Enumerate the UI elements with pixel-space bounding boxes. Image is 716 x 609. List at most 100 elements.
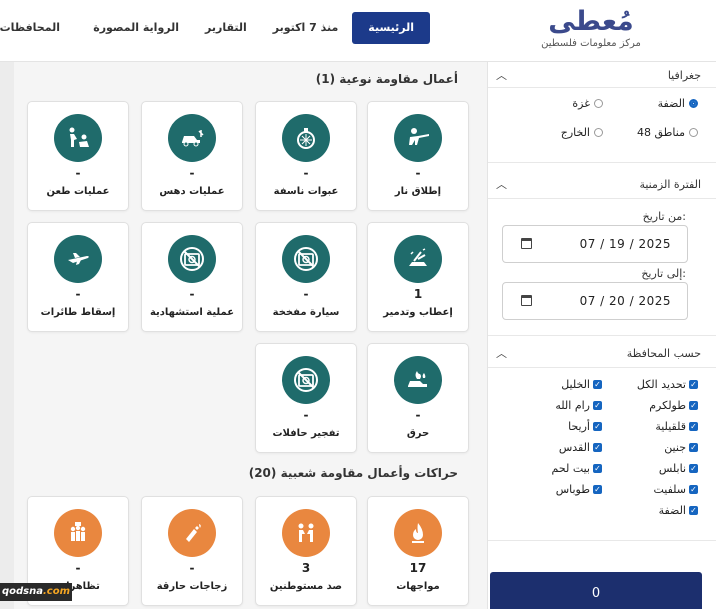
qualitative-card[interactable]: - عمليات طعن <box>27 101 129 211</box>
popular-card[interactable]: - زجاجات حارقة <box>141 496 243 606</box>
card-label: مواجهات <box>396 581 440 592</box>
radio-icon[interactable] <box>689 128 698 137</box>
checkbox-icon[interactable]: ✓ <box>689 443 698 452</box>
governorate-checkbox[interactable]: ✓ جنين <box>664 441 698 454</box>
geo-option-gaza[interactable]: غزة <box>572 97 603 110</box>
chevron-up-icon[interactable]: ︿ <box>496 67 507 83</box>
qualitative-card[interactable]: - تفجير حافلات <box>255 343 357 453</box>
card-count: 3 <box>301 561 311 575</box>
fire-icon <box>394 509 442 557</box>
card-label: صد مستوطنين <box>269 581 343 592</box>
governorate-checkbox[interactable]: ✓ أريحا <box>568 420 602 433</box>
checkbox-icon[interactable]: ✓ <box>689 401 698 410</box>
site-header: مُعطى مركز معلومات فلسطين الرئيسية منذ 7… <box>0 0 716 62</box>
governorate-checkbox[interactable]: ✓ قلقيلية <box>655 420 698 433</box>
to-date-label: إلى تاريخ: <box>641 267 686 280</box>
qualitative-card[interactable]: - عملية استشهادية <box>141 222 243 332</box>
governorate-checkbox[interactable]: ✓ القدس <box>559 441 602 454</box>
checkbox-icon[interactable]: ✓ <box>593 401 602 410</box>
nav-since-oct7[interactable]: منذ 7 اكتوبر <box>261 12 351 44</box>
governorate-checkbox[interactable]: ✓ الخليل <box>561 378 602 391</box>
card-count: 17 <box>409 561 427 575</box>
geo-option-48[interactable]: مناطق 48 <box>637 126 698 139</box>
checkbox-icon[interactable]: ✓ <box>689 464 698 473</box>
from-date-input[interactable]: 07 / 19 / 2025 <box>502 225 688 263</box>
checkbox-icon[interactable]: ✓ <box>689 506 698 515</box>
popular-card[interactable]: 17 مواجهات <box>367 496 469 606</box>
governorate-checkbox[interactable]: ✓ رام الله <box>555 399 602 412</box>
qualitative-card[interactable]: - إطلاق نار <box>367 101 469 211</box>
card-count: - <box>75 166 81 180</box>
filter-sidebar: جغرافيا ︿ الضفة غزة مناطق 48 الخارج الفت… <box>487 62 716 609</box>
qualitative-card[interactable]: - حرق <box>367 343 469 453</box>
card-label: حرق <box>406 428 430 439</box>
governorate-checkbox[interactable]: ✓ طولكرم <box>649 399 698 412</box>
qualitative-card[interactable]: 1 إعطاب وتدمير <box>367 222 469 332</box>
qualitative-card[interactable]: - عمليات دهس <box>141 101 243 211</box>
logo-title: مُعطى <box>548 6 634 37</box>
card-label: زجاجات حارقة <box>156 581 228 592</box>
card-count: - <box>303 408 309 422</box>
radio-icon[interactable] <box>594 99 603 108</box>
no-image-icon <box>282 235 330 283</box>
site-logo[interactable]: مُعطى مركز معلومات فلسطين <box>536 6 646 50</box>
protest-icon <box>54 509 102 557</box>
card-count: - <box>415 166 421 180</box>
card-label: عملية استشهادية <box>149 307 235 318</box>
nav-reports[interactable]: التقارير <box>193 12 259 44</box>
checkbox-icon[interactable]: ✓ <box>593 443 602 452</box>
governorate-checkbox[interactable]: ✓ نابلس <box>659 462 698 475</box>
geo-option-abroad[interactable]: الخارج <box>561 126 603 139</box>
card-label: عمليات دهس <box>159 186 225 197</box>
calendar-icon[interactable] <box>521 238 532 249</box>
chevron-up-icon[interactable]: ︿ <box>496 345 507 361</box>
governorate-checkbox[interactable]: ✓ سلفيت <box>653 483 698 496</box>
checkbox-icon[interactable]: ✓ <box>593 485 602 494</box>
watermark: qodsna.com <box>0 583 72 601</box>
card-label: عبوات ناسفة <box>273 186 339 197</box>
qualitative-card[interactable]: - عبوات ناسفة <box>255 101 357 211</box>
card-count: - <box>303 166 309 180</box>
from-date-label: من تاريخ: <box>642 210 686 223</box>
checkbox-icon[interactable]: ✓ <box>689 422 698 431</box>
logo-subtitle: مركز معلومات فلسطين <box>541 38 641 49</box>
radio-icon[interactable] <box>594 128 603 137</box>
period-section-header[interactable]: الفترة الزمنية ︿ <box>488 173 716 195</box>
calendar-icon[interactable] <box>521 295 532 306</box>
checkbox-icon[interactable]: ✓ <box>593 422 602 431</box>
card-label: عمليات طعن <box>46 186 110 197</box>
card-count: - <box>189 166 195 180</box>
qualitative-card[interactable]: - سيارة مفخخة <box>255 222 357 332</box>
car-ramming-icon <box>168 114 216 162</box>
card-label: إعطاب وتدمير <box>383 307 453 318</box>
sabotage-icon <box>394 235 442 283</box>
popular-card[interactable]: 3 صد مستوطنين <box>255 496 357 606</box>
result-counter: 0 <box>490 572 702 609</box>
to-date-input[interactable]: 07 / 20 / 2025 <box>502 282 688 320</box>
card-count: - <box>75 287 81 301</box>
card-count: - <box>303 287 309 301</box>
governorate-checkbox[interactable]: ✓ بيت لحم <box>552 462 602 475</box>
main-nav: الرئيسية منذ 7 اكتوبر التقارير الرواية ا… <box>81 12 430 44</box>
nav-home[interactable]: الرئيسية <box>352 12 430 44</box>
chevron-up-icon[interactable]: ︿ <box>496 176 507 192</box>
governorate-checkbox[interactable]: ✓ تحديد الكل <box>637 378 698 391</box>
no-image-icon <box>282 356 330 404</box>
checkbox-icon[interactable]: ✓ <box>689 380 698 389</box>
nav-governorates[interactable]: المحافظات <box>0 12 60 44</box>
governorate-section-header[interactable]: حسب المحافظة ︿ <box>488 342 716 364</box>
geo-option-westbank[interactable]: الضفة <box>658 97 698 110</box>
governorate-checkbox[interactable]: ✓ الضفة <box>659 504 698 517</box>
checkbox-icon[interactable]: ✓ <box>593 380 602 389</box>
geo-section-header[interactable]: جغرافيا ︿ <box>488 64 716 86</box>
governorate-checkbox[interactable]: ✓ طوباس <box>556 483 602 496</box>
qualitative-card[interactable]: - إسقاط طائرات <box>27 222 129 332</box>
checkbox-icon[interactable]: ✓ <box>689 485 698 494</box>
burning-car-icon <box>394 356 442 404</box>
radio-icon[interactable] <box>689 99 698 108</box>
period-title: الفترة الزمنية <box>639 177 701 191</box>
checkbox-icon[interactable]: ✓ <box>593 464 602 473</box>
card-count: - <box>189 287 195 301</box>
nav-photo-story[interactable]: الرواية المصورة <box>81 12 191 44</box>
card-label: سيارة مفخخة <box>272 307 340 318</box>
